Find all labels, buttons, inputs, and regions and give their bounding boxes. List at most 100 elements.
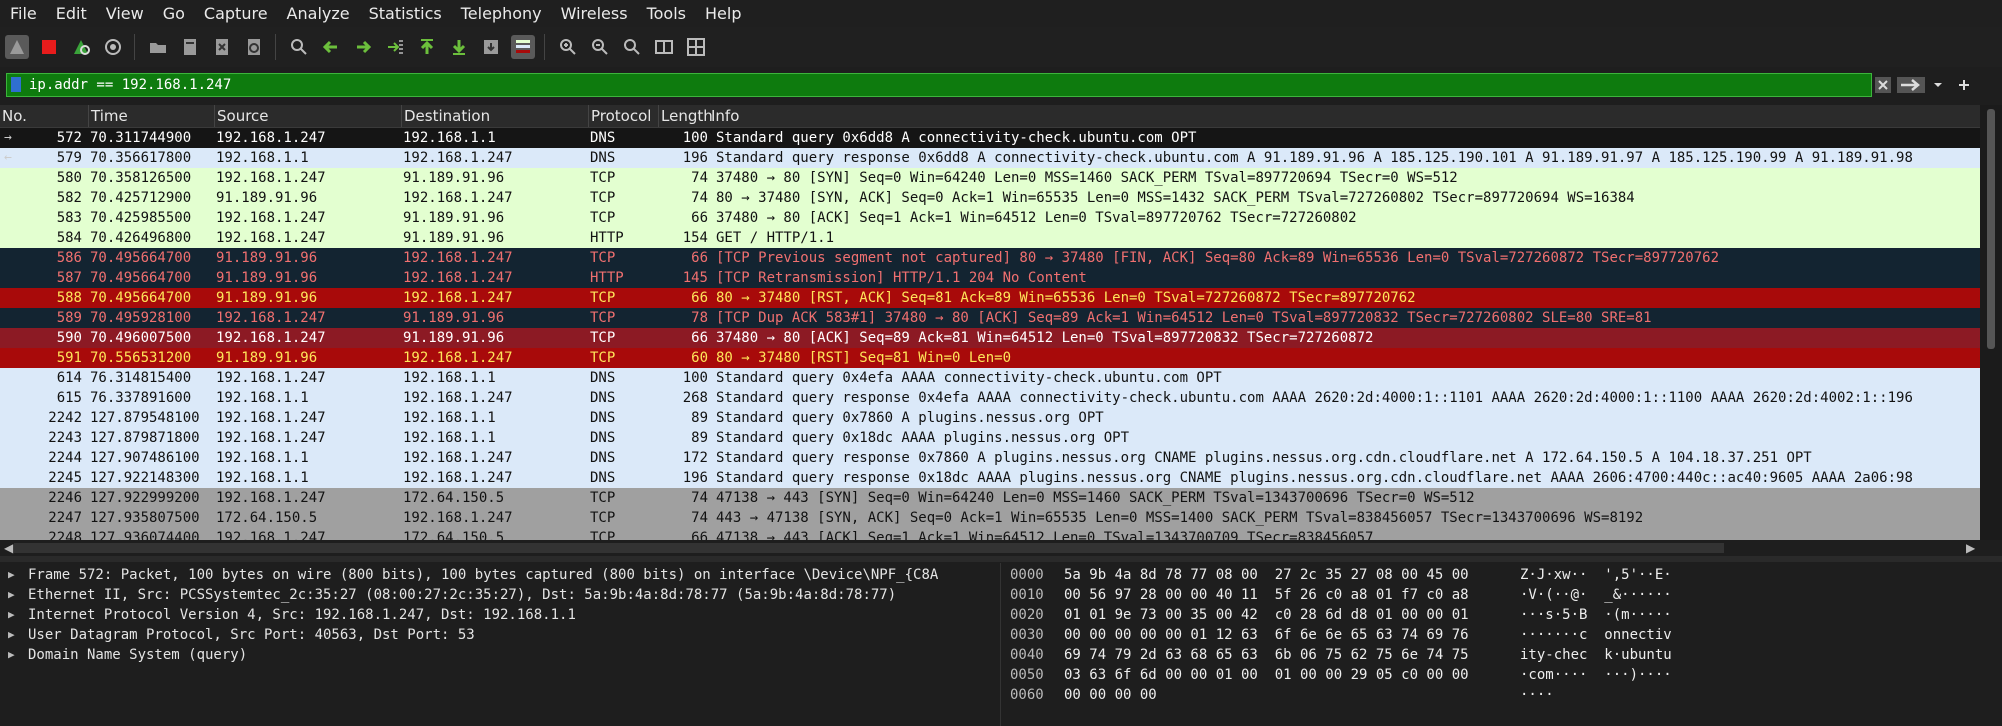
packet-row[interactable]: 615 76.337891600 192.168.1.1 192.168.1.247 D…: [0, 388, 1980, 408]
packet-cell-info: Standard query 0x6dd8 A connectivity-che…: [716, 130, 1197, 146]
layout-icon[interactable]: [684, 35, 708, 59]
normal-size-icon[interactable]: [620, 35, 644, 59]
packet-row[interactable]: 580 70.358126500 192.168.1.247 91.189.91.96…: [0, 168, 1980, 188]
packet-cell-proto: TCP: [590, 290, 616, 306]
packet-cell-no: 579: [56, 150, 82, 166]
resize-columns-icon[interactable]: [652, 35, 676, 59]
packet-row[interactable]: 586 70.495664700 91.189.91.96 192.168.1.247…: [0, 248, 1980, 268]
display-filter-text[interactable]: ip.addr == 192.168.1.247: [29, 74, 231, 96]
column-header-info[interactable]: Info: [709, 105, 1981, 127]
packet-row[interactable]: 614 76.314815400 192.168.1.247 192.168.1.1 D…: [0, 368, 1980, 388]
column-header-source[interactable]: Source: [214, 105, 403, 127]
expand-arrow-icon[interactable]: ▶: [8, 605, 15, 625]
packet-row[interactable]: → 572 70.311744900 192.168.1.247 192.168.1.1…: [0, 128, 1980, 148]
menu-view[interactable]: View: [96, 0, 153, 27]
menu-tools[interactable]: Tools: [637, 0, 695, 27]
go-to-packet-icon[interactable]: [383, 35, 407, 59]
packet-row[interactable]: 582 70.425712900 91.189.91.96 192.168.1.247…: [0, 188, 1980, 208]
detail-tree-item[interactable]: ▶ Internet Protocol Version 4, Src: 192.1…: [0, 605, 994, 625]
display-filter-input[interactable]: ip.addr == 192.168.1.247: [6, 73, 1872, 97]
packet-row[interactable]: 2244 127.907486100 192.168.1.1 192.168.1.24…: [0, 448, 1980, 468]
first-packet-icon[interactable]: [415, 35, 439, 59]
go-forward-icon[interactable]: [351, 35, 375, 59]
menu-telephony[interactable]: Telephony: [451, 0, 551, 27]
open-file-icon[interactable]: [146, 35, 170, 59]
hex-dump-row[interactable]: 0010 00 56 97 28 00 00 40 11 5f 26 c0 a8 …: [1001, 585, 2002, 605]
packet-cell-time: 70.426496800: [90, 230, 192, 246]
packet-row[interactable]: 591 70.556531200 91.189.91.96 192.168.1.247…: [0, 348, 1980, 368]
colorize-icon[interactable]: [511, 35, 535, 59]
restart-capture-icon[interactable]: [69, 35, 93, 59]
expand-arrow-icon[interactable]: ▶: [8, 645, 15, 665]
detail-tree-item[interactable]: ▶ Frame 572: Packet, 100 bytes on wire (8…: [0, 565, 994, 585]
column-header-destination[interactable]: Destination: [401, 105, 590, 127]
menu-capture[interactable]: Capture: [194, 0, 277, 27]
packet-row[interactable]: 588 70.495664700 91.189.91.96 192.168.1.247…: [0, 288, 1980, 308]
packet-cell-info: 443 → 47138 [SYN, ACK] Seq=0 Ack=1 Win=6…: [716, 510, 1644, 526]
apply-filter-icon[interactable]: [1896, 74, 1926, 96]
packet-row[interactable]: 2242 127.879548100 192.168.1.247 192.168.1.…: [0, 408, 1980, 428]
last-packet-icon[interactable]: [447, 35, 471, 59]
clear-filter-icon[interactable]: [1874, 74, 1892, 96]
packet-row[interactable]: 2246 127.922999200 192.168.1.247 172.64.150…: [0, 488, 1980, 508]
packet-list-vertical-scrollbar[interactable]: [1980, 105, 2002, 540]
column-header-protocol[interactable]: Protocol: [588, 105, 661, 127]
menu-analyze[interactable]: Analyze: [277, 0, 359, 27]
add-filter-button-icon[interactable]: [1956, 74, 1972, 96]
packet-row[interactable]: 2243 127.879871800 192.168.1.247 192.168.1.…: [0, 428, 1980, 448]
expand-arrow-icon[interactable]: ▶: [8, 585, 15, 605]
packet-row[interactable]: 2245 127.922148300 192.168.1.1 192.168.1.24…: [0, 468, 1980, 488]
packet-row[interactable]: 590 70.496007500 192.168.1.247 91.189.91.96…: [0, 328, 1980, 348]
menu-go[interactable]: Go: [153, 0, 194, 27]
hex-dump-row[interactable]: 0000 5a 9b 4a 8d 78 77 08 00 27 2c 35 27 …: [1001, 565, 2002, 585]
scrollbar-thumb[interactable]: [14, 543, 1724, 553]
packet-cell-time: 127.907486100: [90, 450, 200, 466]
shark-fin-start-icon[interactable]: [5, 35, 29, 59]
capture-options-icon[interactable]: [101, 35, 125, 59]
packet-list-horizontal-scrollbar[interactable]: ◀ ▶: [0, 540, 2002, 556]
column-header-length[interactable]: Length: [658, 105, 713, 127]
packet-row[interactable]: ← 579 70.356617800 192.168.1.1 192.168.1.247…: [0, 148, 1980, 168]
menu-wireless[interactable]: Wireless: [551, 0, 637, 27]
packet-cell-no: 588: [56, 290, 82, 306]
packet-row[interactable]: 2248 127.936074400 192.168.1.247 172.64.150…: [0, 528, 1980, 540]
packet-row[interactable]: 589 70.495928100 192.168.1.247 91.189.91.96…: [0, 308, 1980, 328]
packet-cell-time: 70.495664700: [90, 270, 192, 286]
hex-dump-row[interactable]: 0060 00 00 00 00 ····: [1001, 685, 2002, 705]
packet-row[interactable]: 587 70.495664700 91.189.91.96 192.168.1.247…: [0, 268, 1980, 288]
detail-tree-item[interactable]: ▶ Domain Name System (query): [0, 645, 994, 665]
packet-row[interactable]: 584 70.426496800 192.168.1.247 91.189.91.96…: [0, 228, 1980, 248]
find-packet-icon[interactable]: [287, 35, 311, 59]
go-back-icon[interactable]: [319, 35, 343, 59]
detail-tree-item[interactable]: ▶ Ethernet II, Src: PCSSystemtec_2c:35:27…: [0, 585, 994, 605]
scroll-right-icon[interactable]: ▶: [1966, 541, 1975, 555]
detail-tree-item[interactable]: ▶ User Datagram Protocol, Src Port: 40563…: [0, 625, 994, 645]
save-file-icon[interactable]: [178, 35, 202, 59]
column-header-time[interactable]: Time: [88, 105, 215, 127]
expand-arrow-icon[interactable]: ▶: [8, 565, 15, 585]
reload-file-icon[interactable]: [242, 35, 266, 59]
menu-help[interactable]: Help: [695, 0, 750, 27]
zoom-in-icon[interactable]: [556, 35, 580, 59]
bookmark-icon[interactable]: [11, 77, 21, 92]
hex-dump-row[interactable]: 0020 01 01 9e 73 00 35 00 42 c0 28 6d d8 …: [1001, 605, 2002, 625]
stop-capture-icon[interactable]: [37, 35, 61, 59]
expand-arrow-icon[interactable]: ▶: [8, 625, 15, 645]
hex-dump-row[interactable]: 0040 69 74 79 2d 63 68 65 63 6b 06 75 62 …: [1001, 645, 2002, 665]
packet-row[interactable]: 2247 127.935807500 172.64.150.5 192.168.1.2…: [0, 508, 1980, 528]
zoom-out-icon[interactable]: [588, 35, 612, 59]
filter-dropdown-icon[interactable]: [1930, 74, 1946, 96]
menu-statistics[interactable]: Statistics: [359, 0, 451, 27]
scroll-left-icon[interactable]: ◀: [4, 541, 13, 555]
auto-scroll-icon[interactable]: [479, 35, 503, 59]
pane-splitter[interactable]: [0, 556, 2002, 562]
column-header-no[interactable]: No.: [0, 105, 88, 127]
hex-dump-row[interactable]: 0050 03 63 6f 6d 00 00 01 00 01 00 00 29 …: [1001, 665, 2002, 685]
close-file-icon[interactable]: [210, 35, 234, 59]
packet-list[interactable]: → 572 70.311744900 192.168.1.247 192.168.1.1…: [0, 128, 1980, 540]
packet-row[interactable]: 583 70.425985500 192.168.1.247 91.189.91.96…: [0, 208, 1980, 228]
menu-file[interactable]: File: [0, 0, 46, 27]
menu-edit[interactable]: Edit: [46, 0, 96, 27]
hex-dump-row[interactable]: 0030 00 00 00 00 00 01 12 63 6f 6e 6e 65 …: [1001, 625, 2002, 645]
scrollbar-thumb[interactable]: [1987, 109, 1995, 349]
